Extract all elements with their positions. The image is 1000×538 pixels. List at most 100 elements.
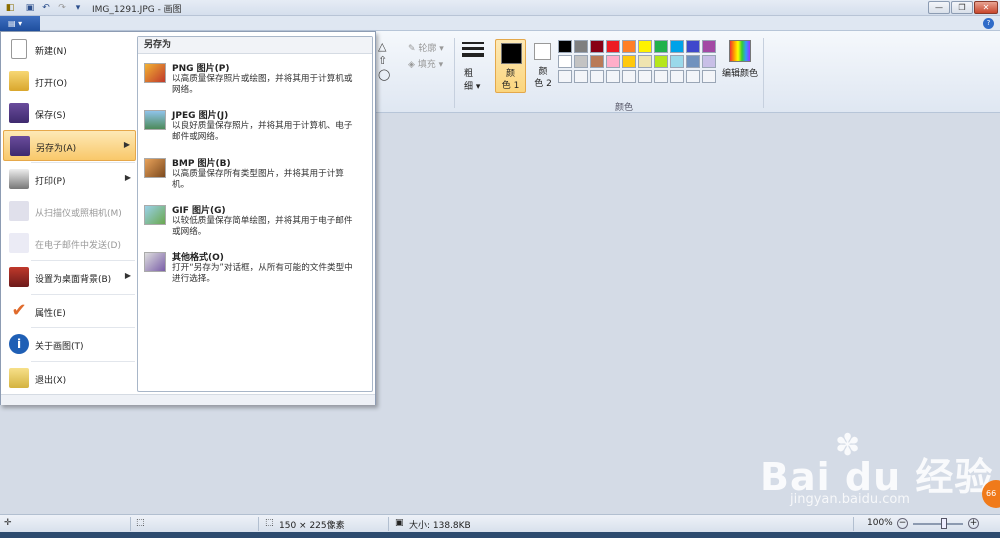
scanner-icon [9, 201, 29, 221]
minimize-button[interactable]: — [928, 1, 950, 14]
palette-swatch[interactable] [622, 55, 636, 68]
undo-icon[interactable]: ↶ [40, 2, 52, 14]
save-as-gif[interactable]: GIF 图片(G) 以较低质量保存简单绘图，并将其用于电子邮件或网络。 [142, 203, 370, 249]
quick-access-dropdown[interactable]: ▾ [72, 2, 84, 14]
file-size: 大小: 138.8KB [409, 521, 471, 531]
size-label-2: 细 ▾ [464, 82, 481, 92]
color1-label-2: 色 1 [501, 81, 520, 91]
palette-swatch[interactable] [606, 40, 620, 53]
menu-item-open[interactable]: 打开(O) [3, 66, 136, 97]
bmp-icon [144, 158, 166, 178]
menu-item-exit[interactable]: 退出(X) [3, 363, 136, 394]
triangle-shape-icon[interactable]: △ [378, 40, 390, 54]
save-as-png[interactable]: PNG 图片(P) 以高质量保存照片或绘图，并将其用于计算机或网络。 [142, 61, 370, 107]
palette-swatch[interactable] [590, 40, 604, 53]
palette-swatch[interactable] [654, 40, 668, 53]
file-menu-footer [1, 394, 375, 405]
submenu-item-title: PNG 图片(P) [172, 64, 230, 74]
redo-icon[interactable]: ↷ [56, 2, 68, 14]
palette-swatch[interactable] [606, 70, 620, 83]
save-icon[interactable]: ▣ [24, 2, 36, 14]
menu-item-desktop-bg[interactable]: 设置为桌面背景(B) ▶ [3, 262, 136, 293]
color2-swatch[interactable] [534, 43, 551, 60]
edit-colors-icon [729, 40, 751, 62]
arrow-shape-icon[interactable]: ⇧ [378, 54, 390, 68]
file-menu-list: 新建(N) 打开(O) 保存(S) 另存为(A) ▶ 打印(P) ▶ 从扫描仪或… [1, 32, 136, 394]
title-bar: ◧ ▣ ↶ ↷ ▾ IMG_1291.JPG - 画图 — ❐ ✕ [0, 0, 1000, 16]
color2-button[interactable]: 颜 色 2 [531, 66, 555, 90]
palette-swatch[interactable] [622, 70, 636, 83]
palette-swatch[interactable] [670, 70, 684, 83]
palette-swatch[interactable] [702, 55, 716, 68]
edit-colors-button[interactable]: 编辑颜色 [720, 40, 760, 79]
palette-swatch[interactable] [686, 40, 700, 53]
color-palette[interactable] [558, 40, 716, 83]
palette-swatch[interactable] [574, 70, 588, 83]
zoom-out-button[interactable]: − [897, 518, 908, 529]
submenu-item-desc: 以较低质量保存简单绘图，并将其用于电子邮件或网络。 [172, 216, 353, 237]
palette-swatch[interactable] [558, 70, 572, 83]
exit-icon [9, 368, 29, 388]
watermark-url: jingyan.baidu.com [790, 492, 910, 507]
maximize-button[interactable]: ❐ [951, 1, 973, 14]
save-as-jpeg[interactable]: JPEG 图片(J) 以良好质量保存照片，并将其用于计算机、电子邮件或网络。 [142, 108, 370, 154]
palette-swatch[interactable] [670, 40, 684, 53]
zoom-in-button[interactable]: + [968, 518, 979, 529]
palette-swatch[interactable] [686, 70, 700, 83]
close-button[interactable]: ✕ [974, 1, 998, 14]
palette-swatch[interactable] [590, 70, 604, 83]
gif-icon [144, 205, 166, 225]
zoom-slider-thumb[interactable] [941, 518, 947, 529]
palette-swatch[interactable] [702, 40, 716, 53]
submenu-item-title: BMP 图片(B) [172, 159, 231, 169]
help-icon[interactable]: ? [983, 18, 994, 29]
palette-swatch[interactable] [558, 40, 572, 53]
palette-swatch[interactable] [606, 55, 620, 68]
info-icon: i [9, 334, 29, 354]
size-button[interactable]: 粗 细 ▾ [464, 68, 480, 94]
menu-divider [31, 260, 135, 261]
palette-swatch[interactable] [558, 55, 572, 68]
status-separator [388, 517, 389, 531]
jpeg-icon [144, 110, 166, 130]
save-as-icon [10, 136, 30, 156]
menu-item-print[interactable]: 打印(P) ▶ [3, 164, 136, 195]
palette-swatch[interactable] [574, 40, 588, 53]
palette-swatch[interactable] [654, 70, 668, 83]
menu-item-save-as[interactable]: 另存为(A) ▶ [3, 130, 136, 161]
save-as-other[interactable]: 其他格式(O) 打开“另存为”对话框，从所有可能的文件类型中进行选择。 [142, 250, 370, 296]
submenu-item-title: GIF 图片(G) [172, 206, 226, 216]
file-size-icon: ▣ [395, 518, 404, 528]
outline-label: 轮廓 [418, 44, 437, 54]
palette-swatch[interactable] [638, 55, 652, 68]
menu-label: 打开(O) [35, 79, 68, 89]
shapes-gallery[interactable]: △ ⇧ ◯ [378, 40, 390, 82]
palette-swatch[interactable] [590, 55, 604, 68]
menu-item-about[interactable]: i 关于画图(T) [3, 329, 136, 360]
callout-shape-icon[interactable]: ◯ [378, 68, 390, 82]
menu-item-new[interactable]: 新建(N) [3, 34, 136, 65]
palette-swatch[interactable] [686, 55, 700, 68]
menu-item-properties[interactable]: ✔ 属性(E) [3, 296, 136, 327]
menu-item-email: 在电子邮件中发送(D) [3, 228, 136, 259]
palette-swatch[interactable] [638, 70, 652, 83]
desktop-background-icon [9, 267, 29, 287]
zoom-slider-track[interactable] [913, 523, 963, 525]
menu-label: 退出(X) [35, 376, 67, 386]
paint-app-icon[interactable]: ◧ [4, 2, 16, 14]
menu-label: 在电子邮件中发送(D) [35, 241, 121, 251]
fill-button[interactable]: ◈ 填充 ▾ [408, 57, 443, 70]
palette-swatch[interactable] [574, 55, 588, 68]
size-icon[interactable] [462, 42, 484, 60]
save-as-bmp[interactable]: BMP 图片(B) 以高质量保存所有类型图片，并将其用于计算机。 [142, 156, 370, 202]
palette-swatch[interactable] [670, 55, 684, 68]
palette-swatch[interactable] [702, 70, 716, 83]
palette-swatch[interactable] [638, 40, 652, 53]
ribbon-tab-row [0, 16, 1000, 31]
outline-button[interactable]: ✎ 轮廓 ▾ [408, 41, 444, 54]
color1-button[interactable]: 颜 色 1 [495, 39, 526, 93]
palette-swatch[interactable] [654, 55, 668, 68]
menu-item-save[interactable]: 保存(S) [3, 98, 136, 129]
file-menu-button[interactable]: ▤ ▾ [0, 16, 40, 31]
palette-swatch[interactable] [622, 40, 636, 53]
